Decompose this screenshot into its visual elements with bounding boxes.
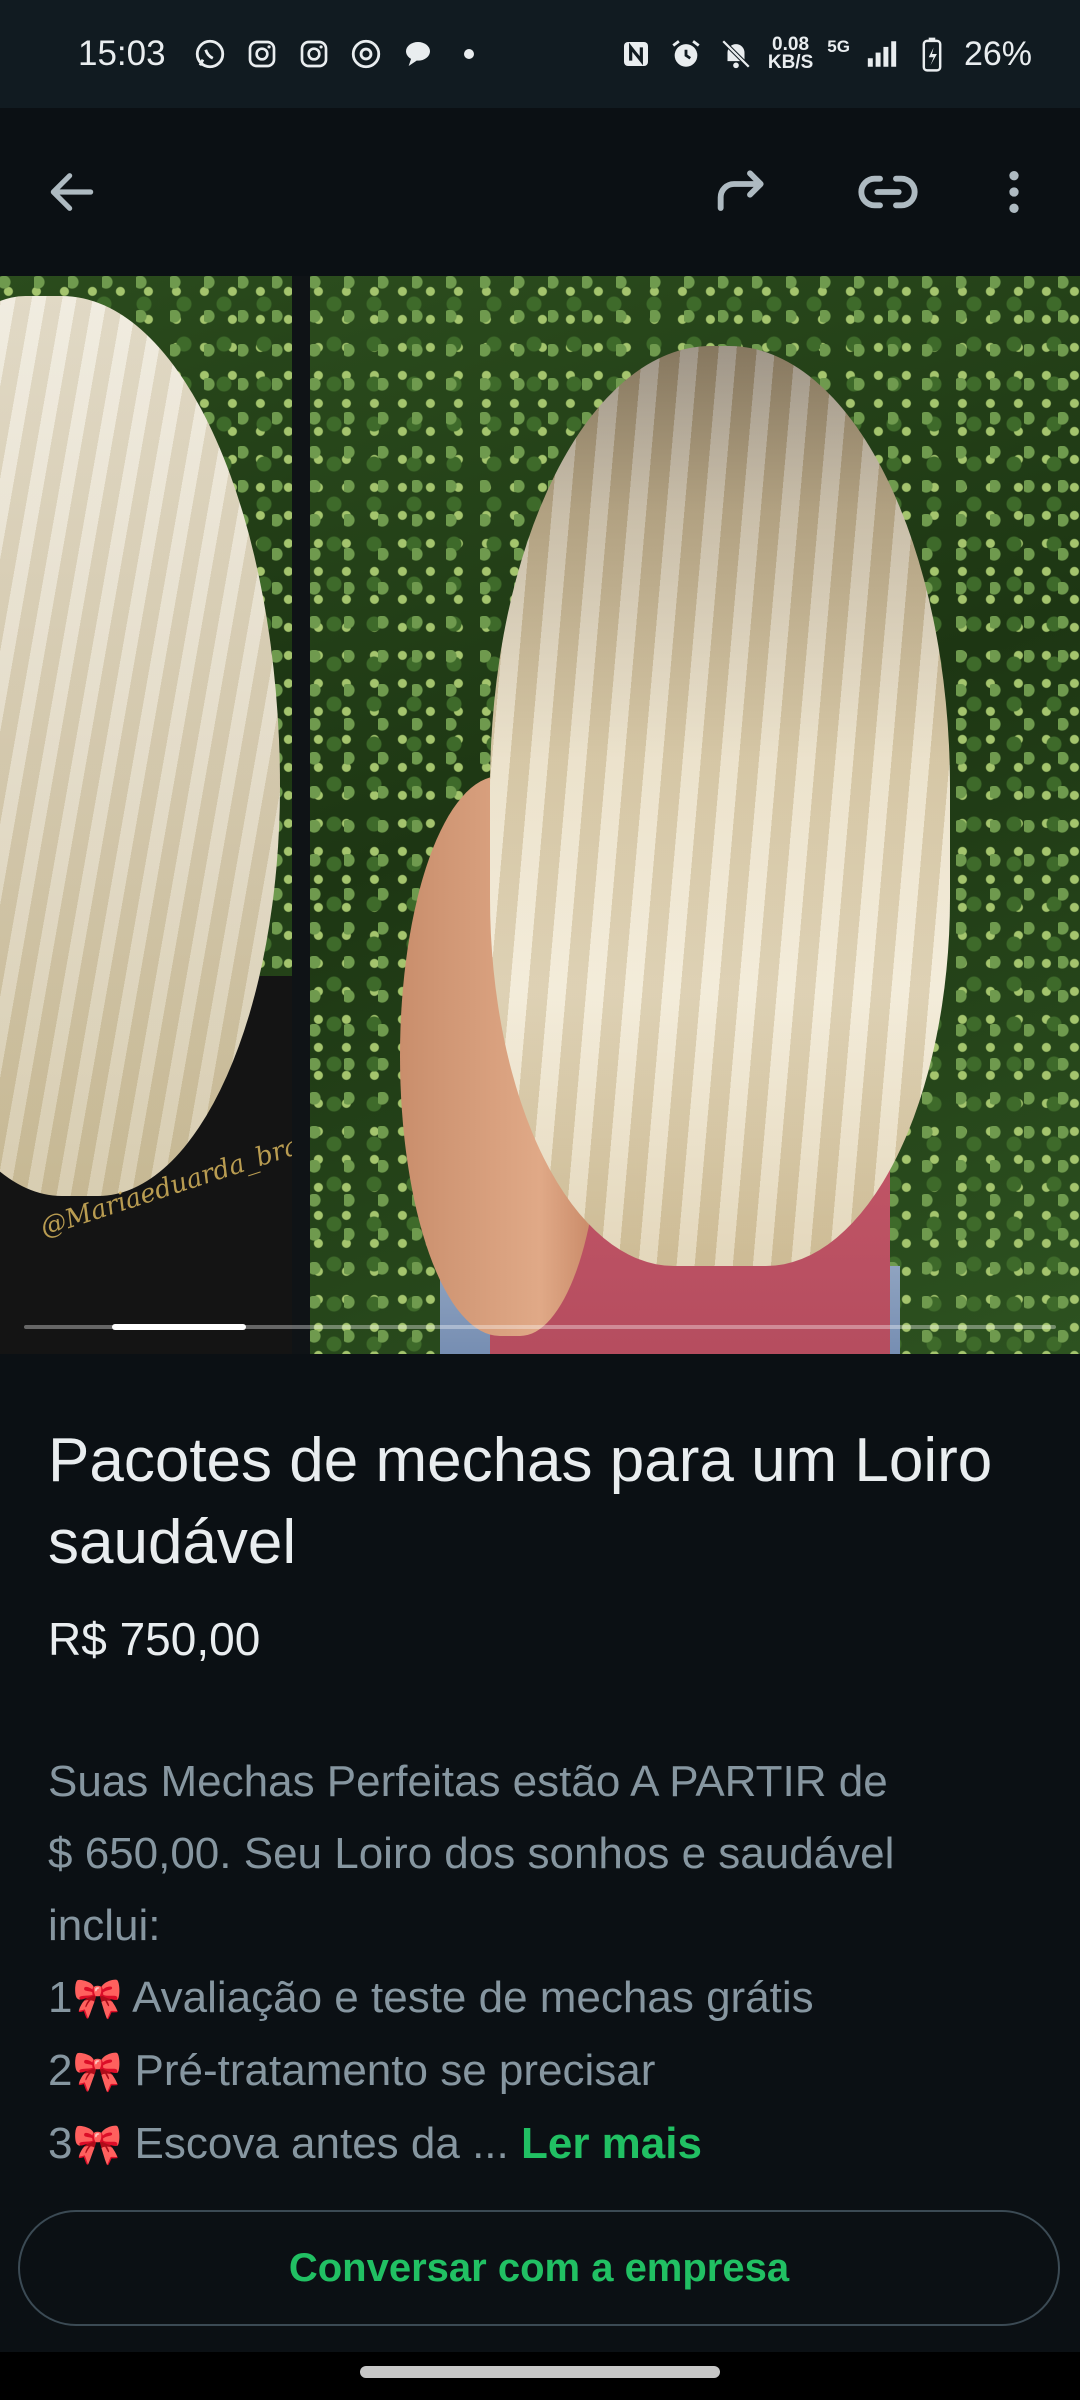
system-icons: 0.08 KB/S 5G 26% xyxy=(618,35,1032,74)
link-icon xyxy=(858,175,918,209)
bow-emoji-icon: 🎀 xyxy=(72,1977,123,2021)
product-price: R$ 750,00 xyxy=(48,1613,261,1665)
network-speed-unit: KB/S xyxy=(767,52,814,73)
chat-with-business-label: Conversar com a empresa xyxy=(288,2245,790,2290)
item-number: 3 xyxy=(48,2119,73,2168)
bow-emoji-icon: 🎀 xyxy=(72,2050,123,2094)
whatsapp-icon xyxy=(192,36,228,72)
nfc-icon xyxy=(618,36,654,72)
product-image-current[interactable] xyxy=(310,276,1080,1354)
product-image-carousel[interactable]: @Mariaeduarda_braga xyxy=(0,276,1080,1354)
mute-icon xyxy=(718,36,754,72)
description-line: inclui: xyxy=(48,1901,161,1950)
item-text: Avaliação e teste de mechas grátis xyxy=(122,1973,814,2022)
signal-icon xyxy=(864,36,900,72)
description-line: Suas Mechas Perfeitas estão A PARTIR de xyxy=(48,1757,888,1806)
item-text: Pré-tratamento se precisar xyxy=(122,2046,656,2095)
copy-link-button[interactable] xyxy=(848,152,928,232)
instagram-icon xyxy=(296,36,332,72)
alarm-icon xyxy=(668,36,704,72)
instagram-icon xyxy=(244,36,280,72)
chat-bubble-icon xyxy=(400,36,436,72)
description-list-item: 1🎀 Avaliação e teste de mechas grátis xyxy=(48,1962,1048,2035)
threads-icon xyxy=(348,36,384,72)
more-vert-icon xyxy=(1009,171,1019,213)
back-arrow-icon xyxy=(50,173,94,211)
product-description: Suas Mechas Perfeitas estão A PARTIR de … xyxy=(48,1746,1048,2181)
chat-with-business-button[interactable]: Conversar com a empresa xyxy=(18,2210,1060,2326)
product-title: Pacotes de mechas para um Loiro saudável xyxy=(48,1426,993,1577)
photo-hair xyxy=(490,346,950,1266)
notification-icons xyxy=(192,36,474,72)
app-bar xyxy=(0,108,1080,276)
read-more-link[interactable]: Ler mais xyxy=(521,2119,702,2168)
battery-icon xyxy=(914,36,950,72)
forward-button[interactable] xyxy=(702,152,782,232)
battery-percent: 26% xyxy=(963,34,1032,73)
description-line: $ 650,00. Seu Loiro dos sonhos e saudáve… xyxy=(48,1829,895,1878)
description-list-item: 3🎀 Escova antes da ... Ler mais xyxy=(48,2108,1048,2181)
more-notifications-dot xyxy=(463,49,474,59)
status-time: 15:03 xyxy=(78,34,166,73)
network-speed: 0.08 KB/S xyxy=(767,35,814,73)
more-options-button[interactable] xyxy=(974,152,1054,232)
bow-emoji-icon: 🎀 xyxy=(72,2123,123,2167)
item-text: Escova antes da ... xyxy=(122,2119,521,2168)
item-number: 2 xyxy=(48,2046,73,2095)
image-divider xyxy=(292,276,310,1354)
product-image-previous[interactable]: @Mariaeduarda_braga xyxy=(0,276,292,1354)
status-bar: 15:03 0.08 KB/S 5G 26% xyxy=(0,0,1080,108)
item-number: 1 xyxy=(48,1973,73,2022)
network-type: 5G xyxy=(827,37,850,56)
description-list-item: 2🎀 Pré-tratamento se precisar xyxy=(48,2035,1048,2108)
back-button[interactable] xyxy=(32,152,112,232)
carousel-progress-active xyxy=(112,1324,246,1330)
gesture-handle[interactable] xyxy=(360,2366,720,2378)
share-forward-icon xyxy=(717,170,764,211)
